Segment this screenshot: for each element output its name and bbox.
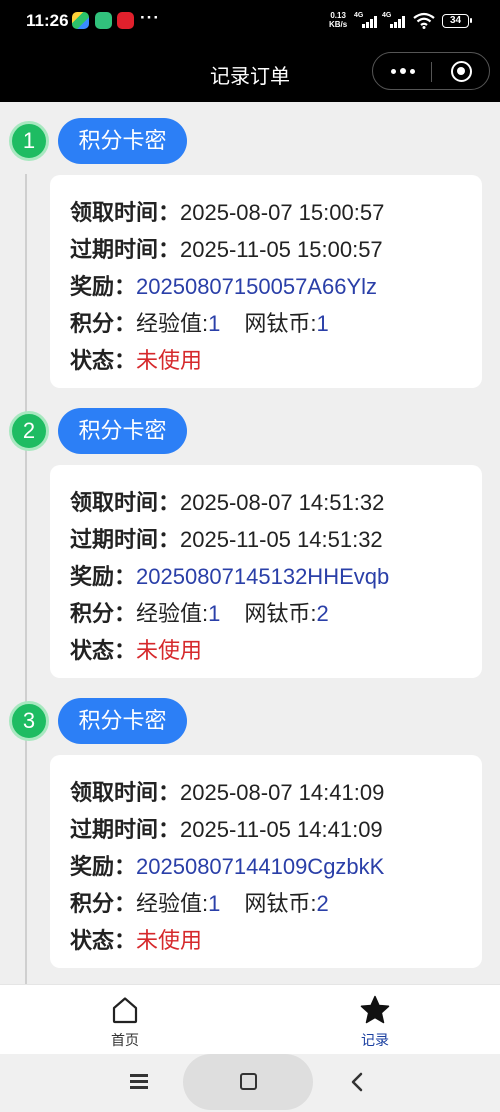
reward-code[interactable]: 20250807145132HHEvqb [136,564,389,589]
status-row: 状态：未使用 [70,928,203,953]
reward-row: 奖励：20250807145132HHEvqb [70,564,390,589]
status-badge: 未使用 [136,348,203,373]
reward-code[interactable]: 20250807150057A66Ylz [136,274,377,299]
status-time: 11:26 [26,11,69,30]
system-nav-bar [0,1054,500,1112]
battery-icon: 34 [442,14,472,28]
status-badge: 未使用 [136,928,203,953]
tab-records-label: 记录 [361,1032,389,1048]
points-row: 积分：经验值:1 网钛币:1 [70,311,329,336]
app-notification-icon [117,12,134,29]
record-type-tag: 积分卡密 [58,118,187,164]
record-list: 1 积分卡密 领取时间：2025-08-07 15:00:57 过期时间：202… [0,102,500,984]
capsule-divider [431,62,432,82]
more-notifications-icon: ··· [140,8,160,27]
claim-time-row: 领取时间：2025-08-07 14:41:09 [70,780,385,805]
timeline-line [25,174,27,984]
app-notification-icon [95,12,112,29]
expire-time-row: 过期时间：2025-11-05 14:41:09 [70,817,383,842]
record-type-tag: 积分卡密 [58,408,187,454]
tab-records[interactable]: 记录 [315,985,435,1055]
miniprogram-capsule [372,52,490,90]
network-speed: 0.13 KB/s [329,11,348,29]
nav-bar: 记录订单 [0,42,500,102]
home-icon [112,997,138,1024]
tab-home[interactable]: 首页 [65,985,185,1055]
status-row: 状态：未使用 [70,638,203,663]
star-icon [360,995,390,1024]
record-card[interactable]: 领取时间：2025-08-07 14:41:09 过期时间：2025-11-05… [50,755,482,968]
back-icon[interactable] [350,1072,364,1092]
app-notification-icon [72,12,89,29]
reward-code[interactable]: 20250807144109CgzbkK [136,854,384,879]
record-index: 2 [9,411,49,451]
record-card[interactable]: 领取时间：2025-08-07 14:51:32 过期时间：2025-11-05… [50,465,482,678]
record-type-tag: 积分卡密 [58,698,187,744]
points-row: 积分：经验值:1 网钛币:2 [70,601,329,626]
tab-bar: 首页 记录 [0,984,500,1054]
record-card[interactable]: 领取时间：2025-08-07 15:00:57 过期时间：2025-11-05… [50,175,482,388]
reward-row: 奖励：20250807144109CgzbkK [70,854,385,879]
record-index: 3 [9,701,49,741]
points-row: 积分：经验值:1 网钛币:2 [70,891,329,916]
reward-row: 奖励：20250807150057A66Ylz [70,274,378,299]
recent-apps-icon[interactable] [130,1074,148,1090]
expire-time-row: 过期时间：2025-11-05 15:00:57 [70,237,383,262]
status-badge: 未使用 [136,638,203,663]
expire-time-row: 过期时间：2025-11-05 14:51:32 [70,527,383,552]
status-bar: 11:26 ··· 0.13 KB/s 4G 4G 34 [0,0,500,42]
claim-time-row: 领取时间：2025-08-07 14:51:32 [70,490,385,515]
home-button-icon[interactable] [240,1073,257,1090]
status-row: 状态：未使用 [70,348,203,373]
tab-home-label: 首页 [111,1032,139,1048]
claim-time-row: 领取时间：2025-08-07 15:00:57 [70,200,385,225]
wifi-icon [413,12,435,29]
close-miniprogram-icon[interactable] [451,61,472,82]
more-options-icon[interactable] [388,61,418,81]
record-index: 1 [9,121,49,161]
